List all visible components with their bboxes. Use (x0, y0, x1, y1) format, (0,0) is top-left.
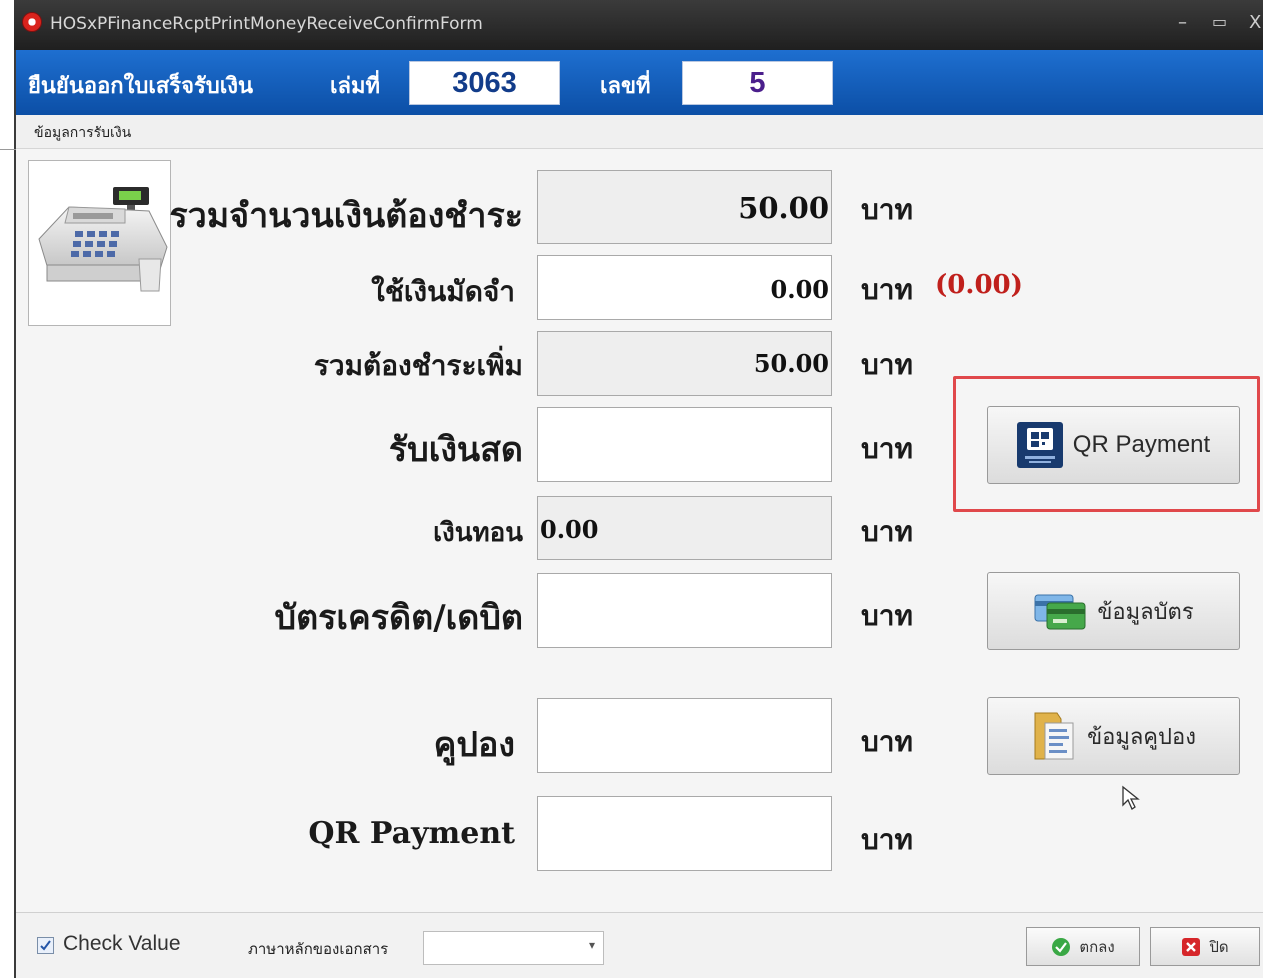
window-title: HOSxPFinanceRcptPrintMoneyReceiveConfirm… (50, 14, 483, 34)
total-unit: บาท (861, 193, 913, 226)
close-button-label: ปิด (1209, 937, 1229, 956)
cash-input[interactable] (537, 407, 832, 482)
book-number-field: 3063 (409, 61, 560, 105)
check-value-checkbox[interactable] (37, 937, 54, 954)
receipt-number-field: 5 (682, 61, 833, 105)
title-bar: HOSxPFinanceRcptPrintMoneyReceiveConfirm… (14, 0, 1263, 50)
credit-card-icon (1034, 594, 1086, 630)
qr-payment-label: QR Payment (308, 816, 515, 851)
app-icon (22, 12, 42, 32)
card-unit: บาท (861, 599, 913, 632)
close-icon (1182, 937, 1201, 956)
remaining-label: รวมต้องชำระเพิ่ม (313, 349, 523, 382)
card-label: บัตรเครดิต/เดบิต (274, 598, 524, 638)
cash-unit: บาท (861, 432, 913, 465)
document-language-label: ภาษาหลักของเอกสาร (248, 940, 389, 958)
coupon-info-button-label: ข้อมูลคูปอง (1087, 724, 1196, 750)
coupon-label: คูปอง (433, 725, 515, 765)
document-language-select[interactable]: ▾ (423, 931, 604, 965)
total-amount-field: 50.00 (537, 170, 832, 244)
deposit-remaining-amount: (0.00) (935, 270, 1023, 300)
remaining-amount-field: 50.00 (537, 331, 832, 396)
ok-button[interactable]: ตกลง (1026, 927, 1140, 966)
divider (0, 149, 16, 150)
change-field: 0.00 (537, 496, 832, 560)
header-bar: ยืนยันออกใบเสร็จรับเงิน เล่มที่ 3063 เลข… (16, 50, 1263, 115)
close-button[interactable]: ปิด (1150, 927, 1260, 966)
change-label: เงินทอน (433, 518, 523, 548)
qr-payment-unit: บาท (861, 823, 913, 856)
section-label: ข้อมูลการรับเงิน (34, 125, 132, 141)
maximize-button[interactable]: ▭ (1212, 12, 1227, 31)
cash-register-icon (38, 187, 168, 292)
card-input[interactable] (537, 573, 832, 648)
qr-payment-button-label: QR Payment (1072, 431, 1211, 458)
qr-payment-button[interactable]: QR Payment (987, 406, 1240, 484)
cash-register-image (28, 160, 171, 326)
chevron-down-icon: ▾ (588, 938, 595, 952)
coupon-unit: บาท (861, 725, 913, 758)
check-circle-icon (1052, 937, 1071, 956)
ok-button-label: ตกลง (1079, 937, 1115, 956)
deposit-label: ใช้เงินมัดจำ (371, 275, 515, 308)
coupon-folder-icon (1034, 712, 1074, 760)
change-unit: บาท (861, 515, 913, 548)
mouse-cursor-icon (1122, 785, 1140, 810)
book-label: เล่มที่ (330, 73, 381, 99)
form-title: ยืนยันออกใบเสร็จรับเงิน (28, 73, 254, 99)
minimize-button[interactable]: – (1178, 12, 1187, 33)
checkmark-icon (40, 940, 51, 951)
total-label: รวมจำนวนเงินต้องชำระ (169, 196, 523, 236)
coupon-input[interactable] (537, 698, 832, 773)
coupon-info-button[interactable]: ข้อมูลคูปอง (987, 697, 1240, 775)
check-value-label: Check Value (63, 932, 181, 955)
number-label: เลขที่ (600, 73, 651, 99)
thai-qr-icon (1016, 422, 1063, 468)
close-window-button[interactable]: X (1249, 12, 1261, 33)
deposit-field[interactable]: 0.00 (537, 255, 832, 320)
deposit-unit: บาท (861, 273, 913, 306)
qr-payment-input[interactable] (537, 796, 832, 871)
card-info-button[interactable]: ข้อมูลบัตร (987, 572, 1240, 650)
section-header: ข้อมูลการรับเงิน (16, 115, 1263, 149)
card-info-button-label: ข้อมูลบัตร (1097, 599, 1194, 625)
cash-label: รับเงินสด (388, 430, 523, 470)
remaining-unit: บาท (861, 348, 913, 381)
